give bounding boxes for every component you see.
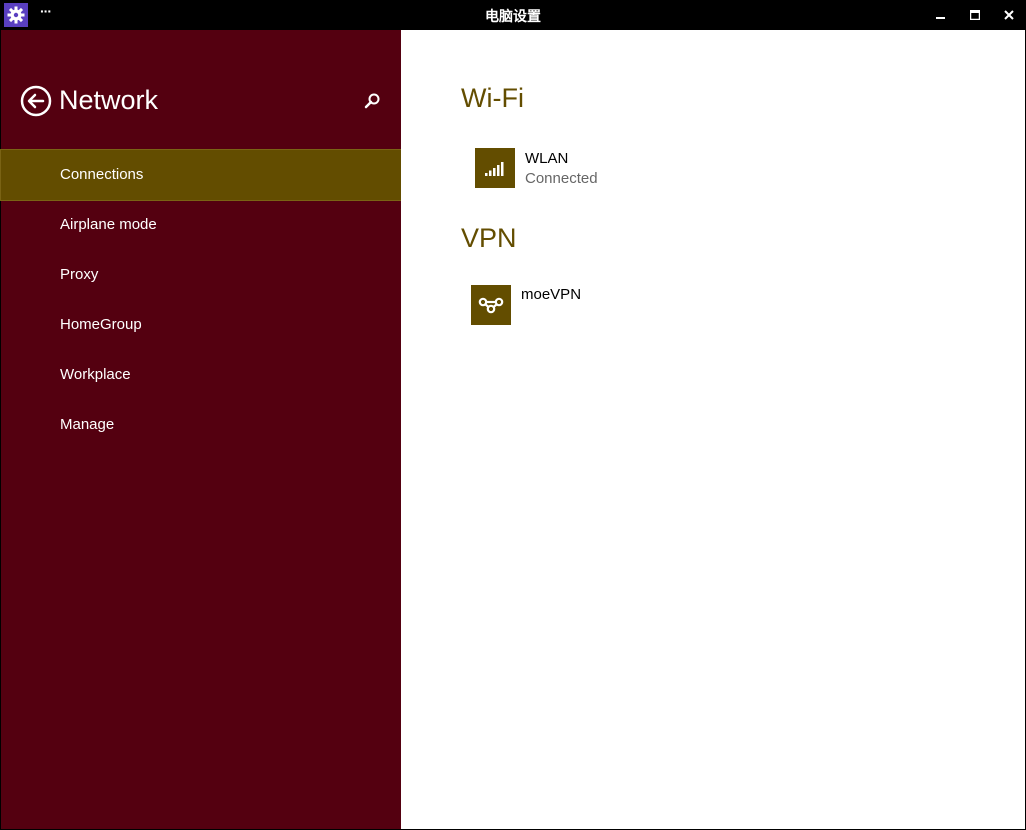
vpn-icon <box>471 285 511 325</box>
wifi-heading: Wi-Fi <box>461 83 524 113</box>
sidebar-item-manage[interactable]: Manage <box>1 400 401 450</box>
vpn-connection-item[interactable]: moeVPN <box>471 285 581 325</box>
wlan-status: Connected <box>525 170 598 187</box>
sidebar-item-homegroup[interactable]: HomeGroup <box>1 300 401 350</box>
close-button[interactable] <box>992 0 1026 30</box>
maximize-button[interactable] <box>958 0 992 30</box>
sidebar-nav: Connections Airplane mode Proxy HomeGrou… <box>0 149 402 450</box>
sidebar-item-proxy[interactable]: Proxy <box>1 250 401 300</box>
page-title: Network <box>59 85 159 115</box>
vpn-name: moeVPN <box>521 286 582 303</box>
window-controls <box>924 0 1026 30</box>
sidebar-item-airplane-mode[interactable]: Airplane mode <box>1 200 401 250</box>
back-arrow-icon[interactable] <box>20 85 52 117</box>
sidebar-item-workplace[interactable]: Workplace <box>1 350 401 400</box>
minimize-icon <box>936 17 945 19</box>
sidebar: Network Connections Airplane mode Proxy … <box>0 30 402 829</box>
main-content: Wi-Fi WLAN Connected VPN moeVPN <box>401 30 1025 829</box>
wifi-signal-icon <box>475 148 515 188</box>
vpn-heading: VPN <box>461 223 517 253</box>
sidebar-item-connections[interactable]: Connections <box>0 149 402 201</box>
maximize-icon <box>970 10 980 20</box>
search-icon[interactable] <box>363 92 381 110</box>
wlan-network-item[interactable]: WLAN Connected <box>475 148 598 189</box>
window-title: 电脑设置 <box>485 9 541 25</box>
title-bar: ··· 电脑设置 <box>0 0 1026 30</box>
minimize-button[interactable] <box>924 0 958 30</box>
close-icon <box>1004 10 1014 20</box>
wlan-name: WLAN <box>525 150 569 167</box>
